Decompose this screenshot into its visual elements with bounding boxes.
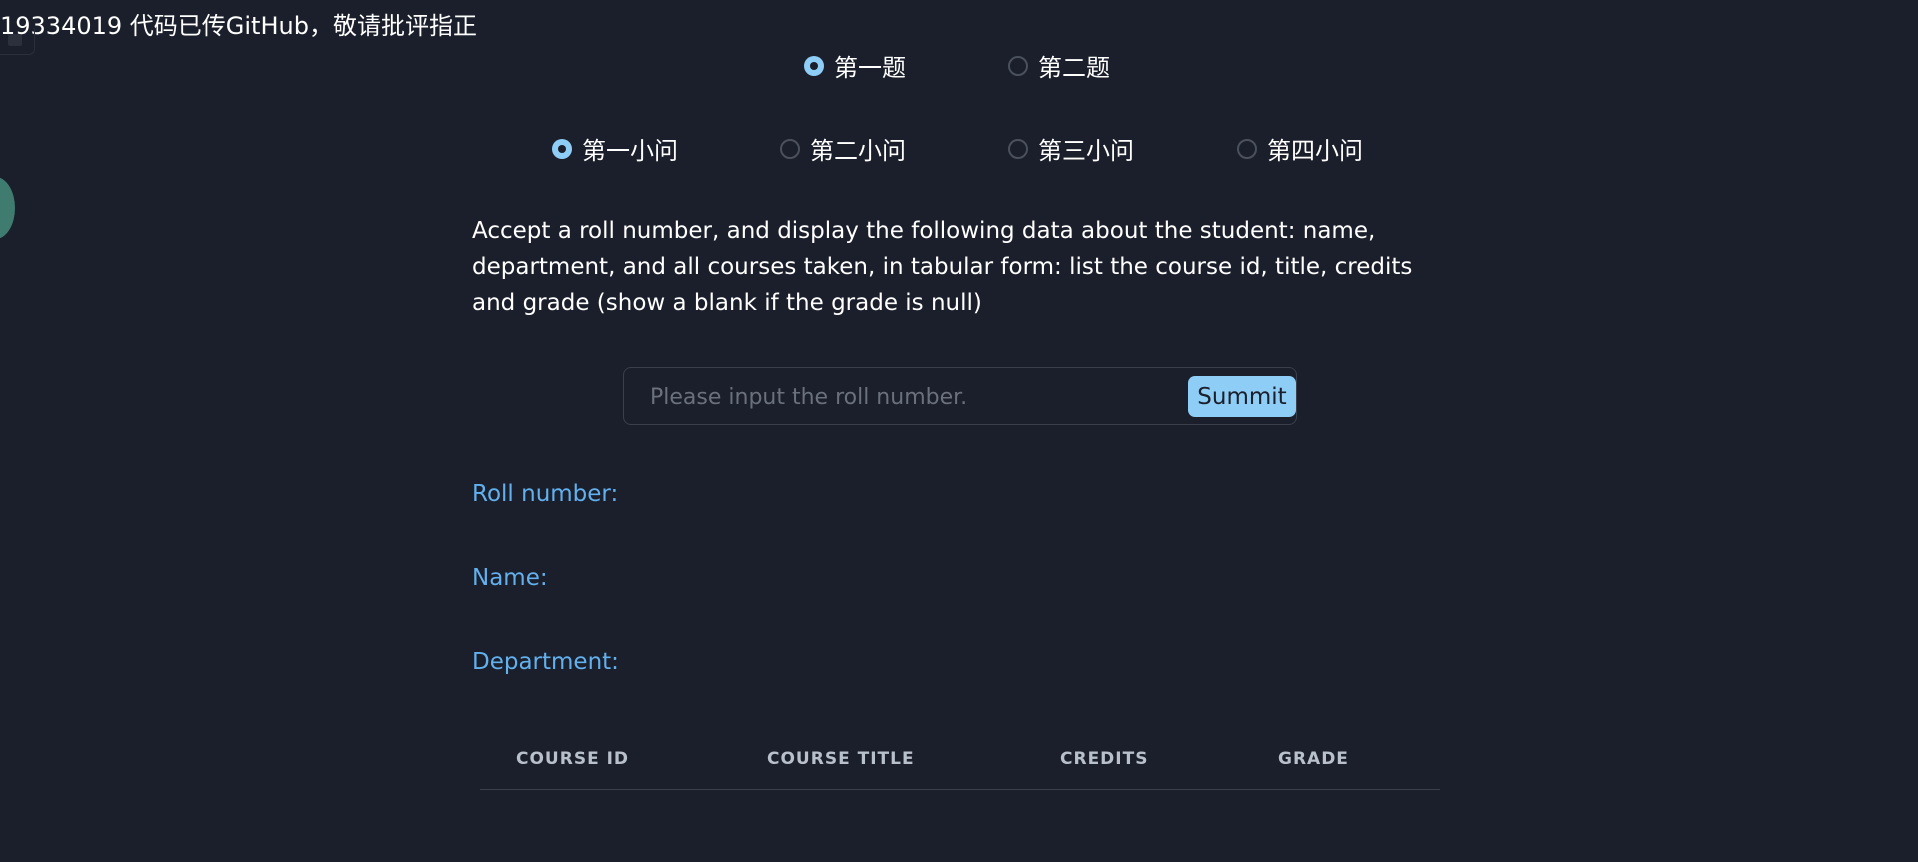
square-icon (8, 34, 22, 46)
radio-subquestion-3[interactable]: 第三小问 (1008, 131, 1134, 166)
radio-label: 第三小问 (1038, 137, 1134, 165)
radio-unchecked-icon (1237, 138, 1257, 159)
radio-subquestion-4[interactable]: 第四小问 (1237, 131, 1363, 166)
column-header-course-id: COURSE ID (516, 749, 630, 769)
column-header-credits: CREDITS (1060, 749, 1149, 769)
radio-label: 第一题 (834, 54, 906, 82)
radio-checked-icon (804, 55, 824, 76)
corner-widget[interactable] (0, 28, 35, 55)
radio-question-1[interactable]: 第一题 (804, 48, 906, 83)
submit-button[interactable]: Summit (1188, 376, 1296, 417)
courses-table-header: COURSE ID COURSE TITLE CREDITS GRADE (480, 739, 1440, 790)
roll-number-input[interactable] (648, 378, 1192, 416)
radio-label: 第一小问 (582, 137, 678, 165)
column-header-course-title: COURSE TITLE (767, 749, 915, 769)
radio-label: 第二题 (1038, 54, 1110, 82)
radio-question-2[interactable]: 第二题 (1008, 48, 1110, 83)
radio-subquestion-2[interactable]: 第二小问 (780, 131, 906, 166)
column-header-grade: GRADE (1278, 749, 1349, 769)
radio-label: 第四小问 (1267, 137, 1363, 165)
roll-number-form: Summit (623, 367, 1297, 425)
department-label: Department: (472, 649, 619, 675)
radio-subquestion-1[interactable]: 第一小问 (552, 131, 678, 166)
radio-unchecked-icon (1008, 55, 1028, 76)
radio-unchecked-icon (1008, 138, 1028, 159)
name-label: Name: (472, 565, 548, 591)
radio-checked-icon (552, 138, 572, 159)
radio-unchecked-icon (780, 138, 800, 159)
side-float-button[interactable] (0, 177, 15, 239)
question-description: Accept a roll number, and display the fo… (472, 218, 1413, 316)
radio-label: 第二小问 (810, 137, 906, 165)
header-note: 19334019 代码已传GitHub，敬请批评指正 (0, 12, 477, 40)
roll-number-label: Roll number: (472, 481, 619, 507)
